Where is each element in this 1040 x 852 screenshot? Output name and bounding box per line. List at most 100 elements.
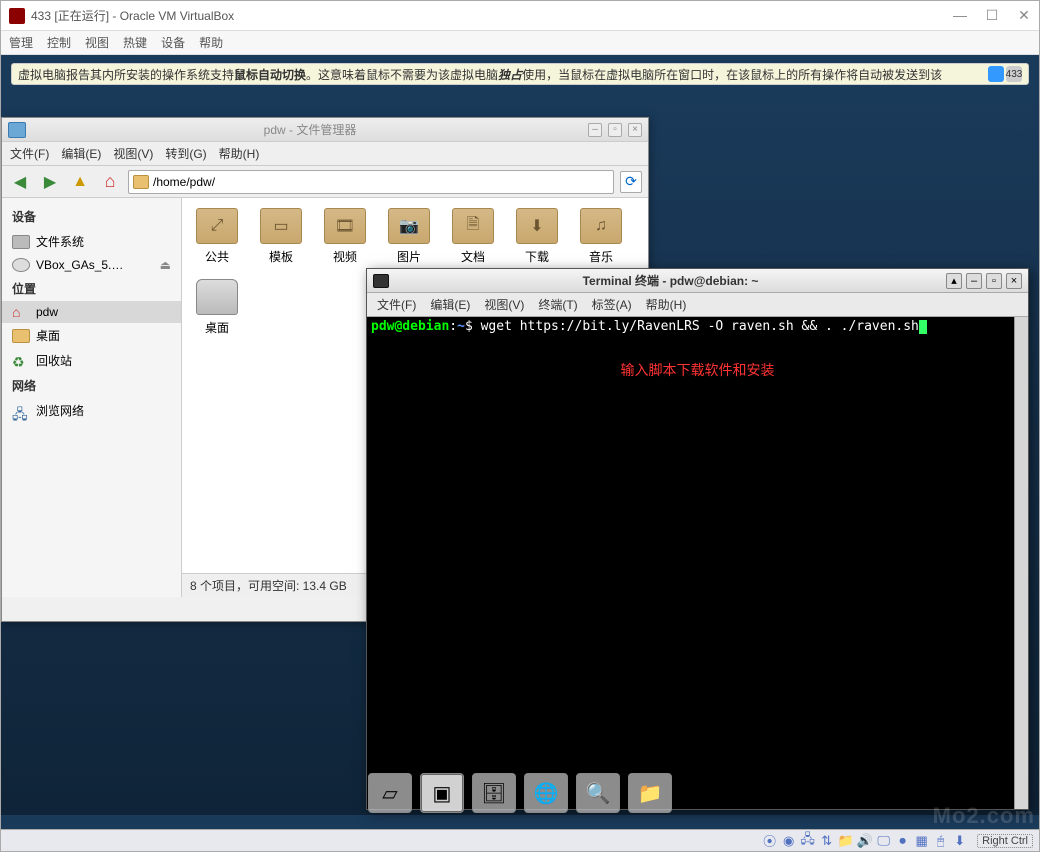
term-menubar: 文件(F) 编辑(E) 视图(V) 终端(T) 标签(A) 帮助(H) — [367, 293, 1028, 317]
terminal-annotation: 输入脚本下载软件和安装 — [371, 360, 1024, 380]
vbox-app-icon — [9, 8, 25, 24]
status-hdd-icon[interactable]: ⦿ — [762, 833, 777, 848]
term-menu-file[interactable]: 文件(F) — [377, 296, 416, 313]
folder-desktop[interactable]: 桌面 — [192, 279, 242, 336]
folder-music[interactable]: ♫音乐 — [576, 208, 626, 265]
status-net-icon[interactable]: 🖧 — [800, 833, 815, 848]
terminal-window: Terminal 终端 - pdw@debian: ~ ▴ – ▫ × 文件(F… — [366, 268, 1029, 810]
fm-menu-edit[interactable]: 编辑(E) — [61, 145, 101, 162]
close-button[interactable]: ✕ — [1017, 7, 1031, 24]
terminal-scrollbar[interactable] — [1014, 317, 1028, 809]
term-minimize-button[interactable]: – — [966, 273, 982, 289]
info-badge: 433 — [1006, 66, 1022, 82]
folder-video[interactable]: 🎞视频 — [320, 208, 370, 265]
nav-up-button[interactable]: ▲ — [68, 170, 92, 194]
folder-templates[interactable]: ▭模板 — [256, 208, 306, 265]
terminal-command: wget https://bit.ly/RavenLRS -O raven.sh… — [481, 319, 919, 334]
nav-home-button[interactable]: ⌂ — [98, 170, 122, 194]
refresh-button[interactable]: ⟳ — [620, 171, 642, 193]
host-key-indicator[interactable]: Right Ctrl — [977, 834, 1033, 848]
fm-maximize-button[interactable]: ▫ — [608, 123, 622, 137]
folder-public[interactable]: ⤢公共 — [192, 208, 242, 265]
virtualbox-window: 433 [正在运行] - Oracle VM VirtualBox — ☐ ✕ … — [0, 0, 1040, 852]
minimize-button[interactable]: — — [953, 7, 967, 24]
desktop-icon — [12, 329, 30, 343]
sidebar-heading-places: 位置 — [2, 276, 181, 301]
status-record-icon[interactable]: ⏺ — [895, 833, 910, 848]
vbox-title: 433 [正在运行] - Oracle VM VirtualBox — [31, 7, 953, 24]
term-menu-view[interactable]: 视图(V) — [484, 296, 524, 313]
fm-menu-file[interactable]: 文件(F) — [10, 145, 49, 162]
menu-help[interactable]: 帮助 — [199, 34, 223, 51]
term-menu-help[interactable]: 帮助(H) — [646, 296, 687, 313]
folder-pictures[interactable]: 📷图片 — [384, 208, 434, 265]
menu-device[interactable]: 设备 — [161, 34, 185, 51]
sidebar-heading-devices: 设备 — [2, 204, 181, 229]
fm-titlebar[interactable]: pdw - 文件管理器 – ▫ × — [2, 118, 648, 142]
sidebar-item-network[interactable]: 🖧浏览网络 — [2, 398, 181, 423]
term-menu-terminal[interactable]: 终端(T) — [538, 296, 577, 313]
term-title: Terminal 终端 - pdw@debian: ~ — [395, 272, 946, 289]
maximize-button[interactable]: ☐ — [985, 7, 999, 24]
menu-hotkey[interactable]: 热键 — [123, 34, 147, 51]
fm-toolbar: ◀ ▶ ▲ ⌂ ⟳ — [2, 166, 648, 198]
taskbar-search-icon[interactable]: 🔍 — [576, 773, 620, 813]
address-bar[interactable] — [128, 170, 614, 194]
term-maximize-button[interactable]: ▫ — [986, 273, 1002, 289]
status-keyboard-icon[interactable]: ⬇ — [952, 833, 967, 848]
menu-manage[interactable]: 管理 — [9, 34, 33, 51]
fm-app-icon — [8, 122, 26, 138]
folder-downloads[interactable]: ⬇下载 — [512, 208, 562, 265]
terminal-app-icon — [373, 274, 389, 288]
vbox-statusbar: ⦿ ◉ 🖧 ⇅ 📁 🔊 🖵 ⏺ ▦ 🖰 ⬇ Right Ctrl — [1, 829, 1039, 851]
fm-menu-view[interactable]: 视图(V) — [113, 145, 153, 162]
fm-menu-go[interactable]: 转到(G) — [165, 145, 206, 162]
sidebar-item-home[interactable]: ⌂pdw — [2, 301, 181, 323]
info-text-italic: 独占 — [498, 66, 522, 83]
terminal-body[interactable]: pdw@debian:~$ wget https://bit.ly/RavenL… — [367, 317, 1028, 809]
guest-screen: 虚拟电脑报告其内所安装的操作系统支持 鼠标自动切换 。这意味着鼠标不需要为该虚拟… — [1, 55, 1039, 851]
term-close-button[interactable]: × — [1006, 273, 1022, 289]
term-menu-tabs[interactable]: 标签(A) — [592, 296, 632, 313]
status-cpu-icon[interactable]: ▦ — [914, 833, 929, 848]
status-mouse-icon[interactable]: 🖰 — [933, 833, 948, 848]
status-usb-icon[interactable]: ⇅ — [819, 833, 834, 848]
fm-sidebar: 设备 文件系统 VBox_GAs_5.…⏏ 位置 ⌂pdw 桌面 ♻回收站 网络… — [2, 198, 182, 597]
terminal-cursor — [919, 320, 927, 334]
address-input[interactable] — [153, 175, 609, 189]
eject-icon[interactable]: ⏏ — [160, 258, 171, 272]
taskbar-drive-icon[interactable]: ▱ — [368, 773, 412, 813]
taskbar-terminal[interactable]: ▣ — [420, 773, 464, 813]
folder-documents[interactable]: 🗎文档 — [448, 208, 498, 265]
info-dismiss-icon[interactable] — [988, 66, 1004, 82]
cd-icon — [12, 258, 30, 272]
fm-menu-help[interactable]: 帮助(H) — [219, 145, 260, 162]
status-display-icon[interactable]: 🖵 — [876, 833, 891, 848]
term-menu-edit[interactable]: 编辑(E) — [430, 296, 470, 313]
guest-taskbar: ▱ ▣ 🗄 🌐 🔍 📁 — [1, 771, 1039, 815]
sidebar-heading-network: 网络 — [2, 373, 181, 398]
status-cd-icon[interactable]: ◉ — [781, 833, 796, 848]
menu-control[interactable]: 控制 — [47, 34, 71, 51]
taskbar-files-icon[interactable]: 🗄 — [472, 773, 516, 813]
info-text-1: 虚拟电脑报告其内所安装的操作系统支持 — [18, 66, 234, 83]
info-text-3: 使用，当鼠标在虚拟电脑所在窗口时，在该鼠标上的所有操作将自动被发送到该 — [522, 66, 942, 83]
taskbar-folder-icon[interactable]: 📁 — [628, 773, 672, 813]
guest-desktop[interactable]: pdw - 文件管理器 – ▫ × 文件(F) 编辑(E) 视图(V) 转到(G… — [1, 85, 1039, 815]
menu-view[interactable]: 视图 — [85, 34, 109, 51]
folder-icon — [133, 175, 149, 189]
nav-back-button[interactable]: ◀ — [8, 170, 32, 194]
fm-minimize-button[interactable]: – — [588, 123, 602, 137]
sidebar-item-desktop[interactable]: 桌面 — [2, 323, 181, 348]
vbox-titlebar[interactable]: 433 [正在运行] - Oracle VM VirtualBox — ☐ ✕ — [1, 1, 1039, 31]
taskbar-browser-icon[interactable]: 🌐 — [524, 773, 568, 813]
status-shared-icon[interactable]: 📁 — [838, 833, 853, 848]
sidebar-item-trash[interactable]: ♻回收站 — [2, 348, 181, 373]
term-titlebar[interactable]: Terminal 终端 - pdw@debian: ~ ▴ – ▫ × — [367, 269, 1028, 293]
fm-close-button[interactable]: × — [628, 123, 642, 137]
sidebar-item-filesystem[interactable]: 文件系统 — [2, 229, 181, 254]
status-audio-icon[interactable]: 🔊 — [857, 833, 872, 848]
term-rollup-button[interactable]: ▴ — [946, 273, 962, 289]
sidebar-item-cd[interactable]: VBox_GAs_5.…⏏ — [2, 254, 181, 276]
nav-forward-button[interactable]: ▶ — [38, 170, 62, 194]
